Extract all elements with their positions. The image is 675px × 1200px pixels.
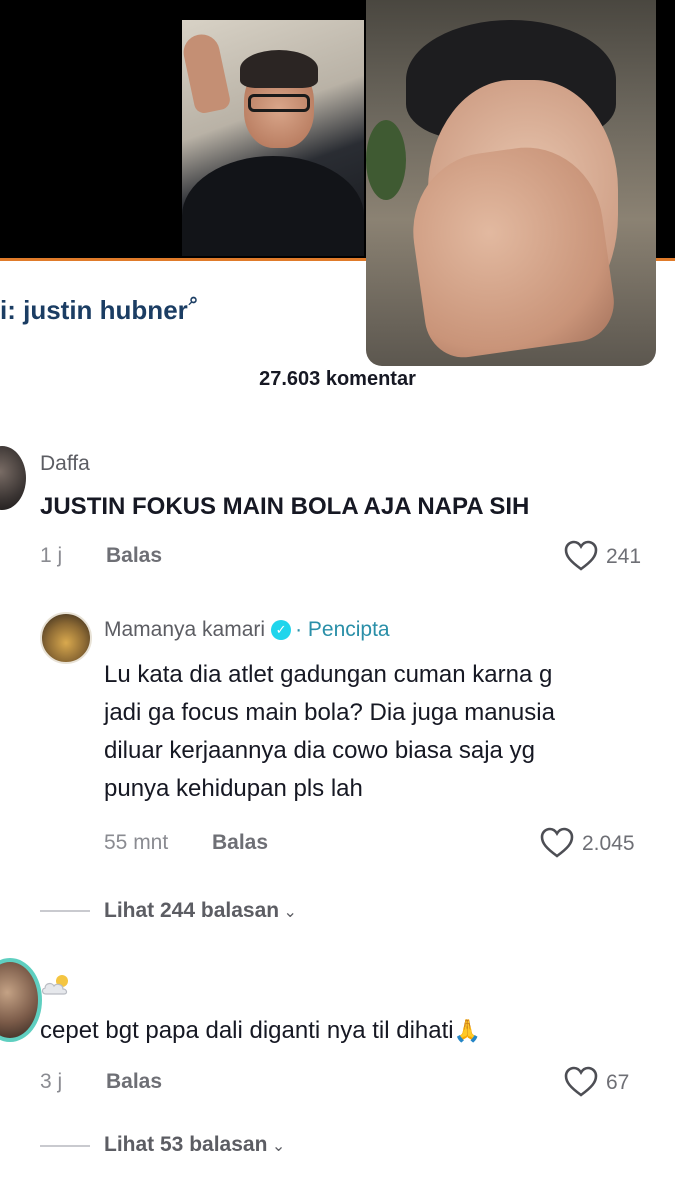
reply-button[interactable]: Balas (212, 831, 268, 855)
comment-text-line: punya kehidupan pls lah (104, 775, 363, 802)
divider-line (40, 910, 90, 912)
comment-text-line: Lu kata dia atlet gadungan cuman karna g (104, 661, 553, 688)
search-query: justin hubner (23, 295, 188, 325)
creator-label: · Pencipta (295, 618, 390, 641)
search-prefix: i: (0, 295, 24, 325)
video-feed-right[interactable] (366, 0, 656, 366)
comment-count: 27.603 komentar (259, 368, 416, 390)
cloud-sun-icon (41, 975, 68, 995)
search-hint[interactable]: i: justin hubner⌕ (0, 290, 198, 326)
view-replies-button[interactable]: Lihat 53 balasan ⌄ (104, 1133, 285, 1157)
heart-icon[interactable] (564, 1066, 598, 1098)
comment-text: cepet bgt papa dali diganti nya til diha… (40, 1012, 481, 1050)
like-count: 2.045 (582, 832, 635, 855)
video-feed-left[interactable] (182, 20, 364, 256)
comment-username[interactable]: Daffa (40, 452, 90, 476)
glasses (248, 94, 310, 112)
divider-line (40, 1145, 90, 1147)
search-icon: ⌕ (188, 290, 199, 309)
comment-text-line: jadi ga focus main bola? Dia juga manusi… (104, 699, 555, 726)
like-count: 241 (606, 545, 642, 568)
reply-button[interactable]: Balas (106, 544, 162, 568)
comment-time: 3 j (40, 1070, 63, 1093)
heart-icon[interactable] (540, 827, 574, 859)
raised-hand (182, 31, 232, 115)
chevron-down-icon: ⌄ (267, 1138, 286, 1155)
comment-time: 1 j (40, 544, 63, 567)
like-count: 67 (606, 1071, 630, 1094)
person-torso (182, 156, 364, 256)
comment-text-line: diluar kerjaannya dia cowo biasa saja yg (104, 737, 535, 764)
comment-text-body: cepet bgt papa dali diganti nya til diha… (40, 1017, 454, 1044)
comment-text: JUSTIN FOKUS MAIN BOLA AJA NAPA SIH (40, 493, 530, 520)
verified-badge-icon: ✓ (271, 620, 292, 640)
view-replies-label: Lihat 244 balasan (104, 899, 280, 922)
comment-time: 55 mnt (104, 831, 169, 854)
background-plant (366, 120, 406, 200)
chevron-down-icon: ⌄ (279, 904, 297, 921)
view-replies-label: Lihat 53 balasan (104, 1133, 268, 1156)
folded-hands-emoji: 🙏 (453, 1018, 482, 1043)
heart-icon[interactable] (564, 540, 598, 572)
view-replies-button[interactable]: Lihat 244 balasan ⌄ (104, 899, 297, 923)
username-text: Mamanya kamari (104, 618, 266, 641)
avatar[interactable] (0, 446, 26, 510)
avatar[interactable] (40, 612, 92, 664)
reply-button[interactable]: Balas (106, 1070, 162, 1094)
avatar[interactable] (0, 958, 42, 1042)
person-hair (240, 50, 318, 88)
comment-username[interactable]: Mamanya kamari ✓ · Pencipta (104, 618, 390, 642)
